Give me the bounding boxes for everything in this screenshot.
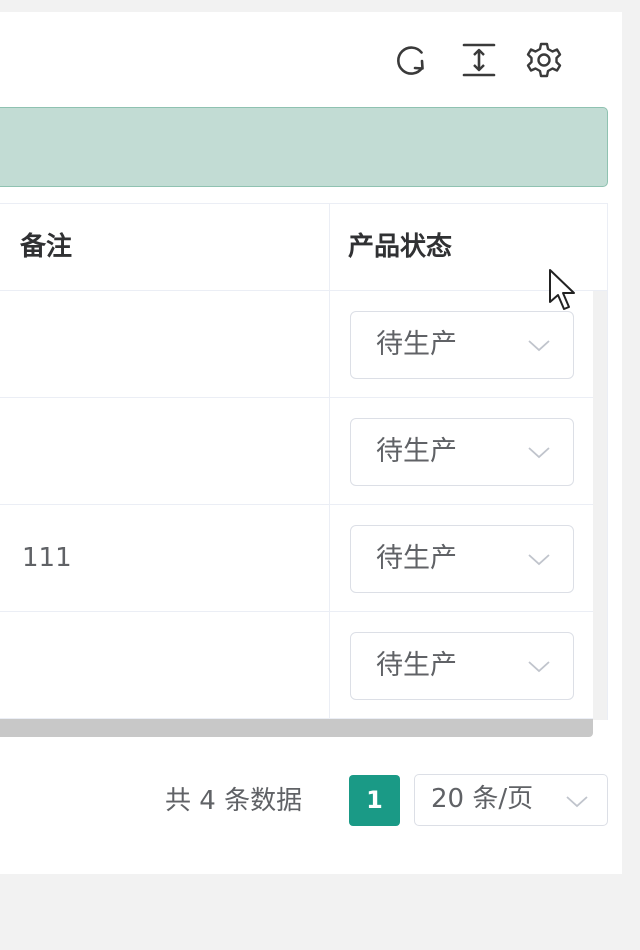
- status-select-value: 待生产: [376, 543, 457, 574]
- page-size-select[interactable]: 20 条/页: [414, 774, 608, 826]
- app-canvas: 备注 产品状态 待生产 待生产 111 待生产 待生产 共 4 条数据 1 20…: [0, 0, 640, 950]
- data-table: 备注 产品状态 待生产 待生产 111 待生产 待生产: [0, 203, 608, 721]
- chevron-down-icon: [527, 656, 551, 676]
- table-row: 111 待生产: [0, 505, 593, 612]
- column-header-remark[interactable]: 备注: [20, 204, 320, 290]
- refresh-icon[interactable]: [391, 40, 431, 80]
- table-row: 待生产: [0, 398, 593, 505]
- page-button-current[interactable]: 1: [349, 775, 400, 826]
- chevron-down-icon: [527, 442, 551, 462]
- table-header: 备注 产品状态: [0, 204, 607, 291]
- mouse-pointer-icon: [548, 268, 580, 316]
- chevron-down-icon: [565, 791, 589, 811]
- settings-icon[interactable]: [524, 40, 564, 80]
- chevron-down-icon: [527, 335, 551, 355]
- page-size-value: 20 条/页: [431, 784, 534, 814]
- chevron-down-icon: [527, 549, 551, 569]
- status-select-value: 待生产: [376, 436, 457, 467]
- table-row: 待生产: [0, 612, 593, 719]
- status-select[interactable]: 待生产: [350, 632, 574, 700]
- column-height-icon[interactable]: [459, 40, 499, 80]
- status-select[interactable]: 待生产: [350, 525, 574, 593]
- status-select[interactable]: 待生产: [350, 418, 574, 486]
- vertical-scrollbar[interactable]: [593, 291, 607, 720]
- remark-cell: 111: [22, 543, 72, 573]
- status-select-value: 待生产: [376, 650, 457, 681]
- horizontal-scrollbar[interactable]: [0, 719, 593, 737]
- alert-bar: [0, 107, 608, 187]
- status-select[interactable]: 待生产: [350, 311, 574, 379]
- table-row: 待生产: [0, 291, 593, 398]
- status-select-value: 待生产: [376, 329, 457, 360]
- pagination-total: 共 4 条数据: [165, 786, 303, 816]
